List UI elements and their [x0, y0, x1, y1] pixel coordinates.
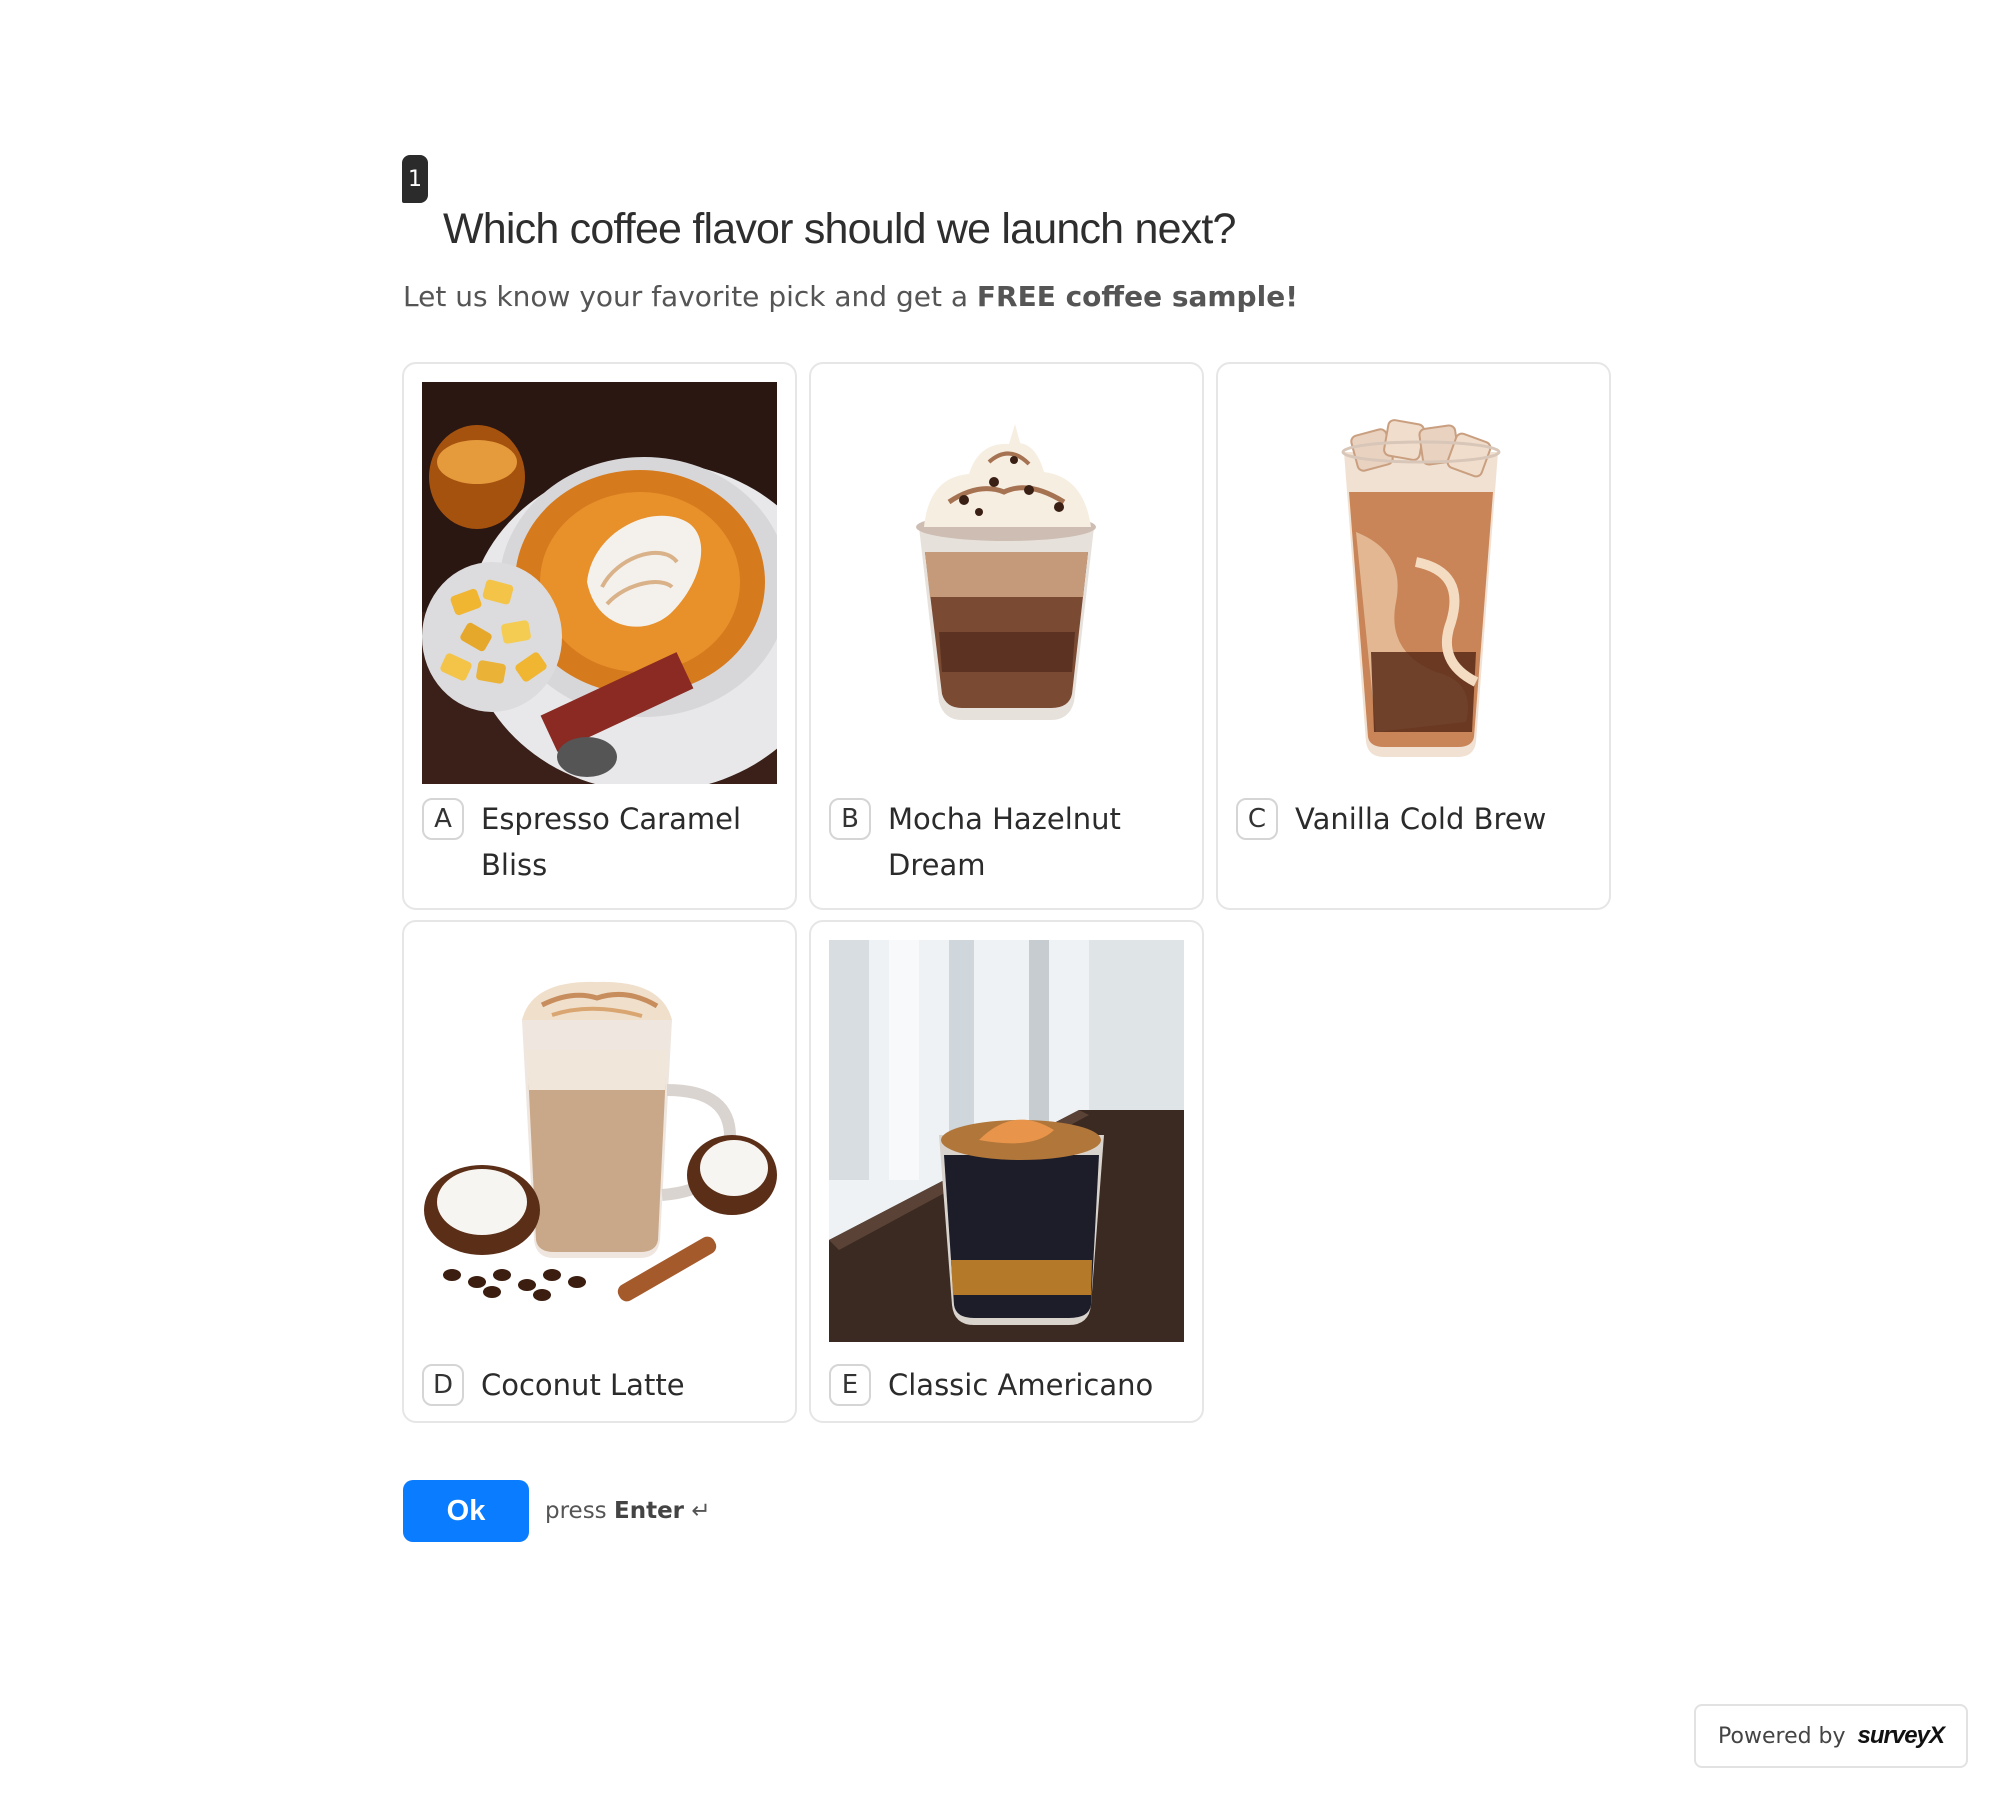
option-label-e: Classic Americano	[888, 1368, 1154, 1402]
option-label-b: Mocha Hazelnut Dream	[888, 802, 1121, 882]
classic-americano-image	[829, 940, 1184, 1342]
hint-key: Enter	[613, 1498, 685, 1524]
enter-icon: ↵	[691, 1498, 711, 1524]
option-card-b[interactable]: B Mocha Hazelnut Dream	[809, 362, 1204, 910]
hint-prefix: press	[545, 1498, 614, 1524]
option-label-a: Espresso Caramel Bliss	[481, 802, 742, 882]
option-key-b: B	[829, 798, 871, 840]
subtitle-text: Let us know your favorite pick and get a	[403, 280, 977, 313]
option-key-d: D	[422, 1364, 464, 1406]
espresso-caramel-image	[422, 382, 777, 784]
option-card-c[interactable]: C Vanilla Cold Brew	[1216, 362, 1611, 910]
question-number: 1	[408, 166, 422, 192]
powered-by-text: Powered by	[1718, 1723, 1846, 1749]
option-key-a: A	[422, 798, 464, 840]
subtitle-highlight: FREE coffee sample!	[976, 280, 1298, 313]
question-number-badge: 1	[402, 155, 428, 203]
coconut-latte-image	[422, 940, 777, 1342]
option-key-e: E	[829, 1364, 871, 1406]
option-label-c: Vanilla Cold Brew	[1295, 802, 1547, 836]
question-title: Which coffee flavor should we launch nex…	[443, 205, 1236, 253]
vanilla-cold-brew-image	[1236, 382, 1591, 784]
surveyx-logo: surveyX	[1857, 1722, 1945, 1749]
mocha-hazelnut-image	[829, 382, 1184, 784]
question-subtitle: Let us know your favorite pick and get a…	[403, 280, 1298, 313]
powered-by-badge[interactable]: Powered by surveyX	[1694, 1704, 1968, 1768]
ok-button[interactable]: Ok	[403, 1480, 529, 1542]
option-label-d: Coconut Latte	[481, 1368, 685, 1402]
option-card-e[interactable]: E Classic Americano	[809, 920, 1204, 1423]
option-card-a[interactable]: A Espresso Caramel Bliss	[402, 362, 797, 910]
option-key-c: C	[1236, 798, 1278, 840]
enter-hint: press Enter ↵	[545, 1498, 711, 1524]
option-card-d[interactable]: D Coconut Latte	[402, 920, 797, 1423]
